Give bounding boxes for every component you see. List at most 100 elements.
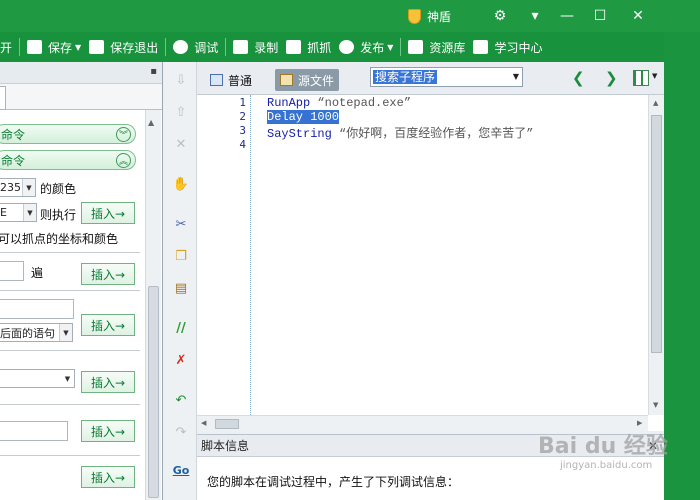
goto-icon[interactable]: Go	[173, 462, 190, 478]
scroll-right-arrow-icon[interactable]: ▶	[637, 419, 642, 427]
comment-icon[interactable]: //	[173, 320, 189, 336]
chevron-down-icon: ▼	[61, 370, 74, 387]
divider	[0, 455, 140, 456]
value-input[interactable]	[0, 421, 68, 441]
undo-icon[interactable]: ↶	[173, 392, 189, 408]
save-icon	[27, 40, 43, 54]
divider	[0, 290, 140, 291]
capture-button[interactable]: 抓抓	[282, 32, 335, 62]
debug-label: 调试	[194, 40, 219, 55]
debug-button[interactable]: 调试	[169, 32, 222, 62]
main-toolbar: 开 保存 ▼ 保存退出 调试 录制 抓抓 发布 ▼ 资源库 学习中心	[0, 32, 664, 62]
editor-vertical-scrollbar[interactable]: ▲ ▼	[648, 95, 664, 415]
scroll-up-arrow-icon[interactable]: ▲	[148, 118, 154, 127]
minimize-icon[interactable]: —	[557, 6, 577, 26]
settings-gear-icon[interactable]: ⚙	[490, 6, 510, 26]
scrollbar-thumb[interactable]	[148, 286, 159, 498]
repeat-count-input[interactable]	[0, 261, 24, 281]
option-select[interactable]: ▼	[0, 369, 75, 388]
chevron-double-down-icon[interactable]: ︾	[116, 127, 131, 142]
condition-value: E	[0, 206, 7, 219]
scroll-down-arrow-icon[interactable]: ▼	[653, 401, 658, 409]
code-line-selected[interactable]: Delay 1000	[267, 110, 340, 124]
chevron-down-icon[interactable]: ▼	[652, 72, 657, 80]
open-button[interactable]: 开	[0, 32, 16, 62]
next-arrow-icon[interactable]: ❯	[605, 69, 618, 87]
chevron-down-icon: ▼	[75, 42, 82, 52]
move-up-icon[interactable]: ⇧	[173, 104, 189, 120]
left-panel-scrollbar[interactable]: ▲	[145, 110, 161, 500]
code-editor[interactable]: 1 2 3 4 RunApp “notepad.exe” Delay 1000 …	[197, 95, 664, 431]
uncomment-icon[interactable]: ✗	[173, 352, 189, 368]
insert-button[interactable]: 插入→	[81, 263, 135, 285]
copy-icon[interactable]: ❐	[173, 248, 189, 264]
resource-library-button[interactable]: 资源库	[404, 32, 469, 62]
condition-input[interactable]	[0, 299, 74, 319]
code-line[interactable]: RunApp “notepad.exe”	[267, 96, 411, 110]
chevron-double-up-icon[interactable]: ︽	[116, 153, 131, 168]
insert-button[interactable]: 插入→	[81, 314, 135, 336]
times-label: 遍	[31, 266, 44, 280]
publish-button[interactable]: 发布 ▼	[335, 32, 397, 62]
line-number: 4	[239, 138, 246, 151]
delete-icon[interactable]: ✕	[173, 136, 189, 152]
scroll-left-arrow-icon[interactable]: ◀	[201, 419, 206, 427]
learning-center-button[interactable]: 学习中心	[469, 32, 546, 62]
menu-dropdown-icon[interactable]: ▾	[525, 6, 545, 26]
insert-button[interactable]: 插入→	[81, 371, 135, 393]
statement-select[interactable]: 后面的语句 ▼	[0, 323, 73, 342]
code-command: SayString	[267, 127, 340, 141]
normal-mode-button[interactable]: 普通	[205, 69, 257, 91]
hand-icon[interactable]: ✋	[173, 176, 189, 192]
color-value-select[interactable]: 235 ▼	[0, 178, 36, 197]
panel-tab[interactable]	[0, 86, 6, 110]
move-down-icon[interactable]: ⇩	[173, 72, 189, 88]
scrollbar-thumb[interactable]	[651, 115, 662, 353]
editor-toolbar: 普通 源文件 搜索子程序 ▼ ❮ ❯ ▼	[197, 62, 664, 95]
save-exit-icon	[89, 40, 105, 54]
condition-select[interactable]: E ▼	[0, 203, 37, 222]
scrollbar-thumb[interactable]	[215, 419, 239, 429]
open-label: 开	[0, 40, 13, 55]
search-subroutine-select[interactable]: 搜索子程序 ▼	[370, 67, 523, 87]
chevron-down-icon: ▼	[512, 72, 519, 81]
line-number-gutter: 1 2 3 4	[197, 95, 251, 415]
pin-icon[interactable]: ▪	[150, 66, 157, 77]
source-mode-button[interactable]: 源文件	[275, 69, 340, 91]
command-group-bar[interactable]: 命令 ︽	[0, 150, 136, 170]
redo-icon[interactable]: ↷	[173, 424, 189, 440]
book-icon	[473, 40, 489, 54]
layout-grid-icon[interactable]	[633, 70, 649, 86]
capture-label: 抓抓	[307, 40, 332, 55]
close-icon[interactable]: ✕	[628, 6, 648, 26]
publish-label: 发布	[360, 40, 385, 55]
maximize-icon[interactable]: ☐	[590, 6, 610, 26]
normal-view-icon	[210, 74, 223, 86]
insert-button[interactable]: 插入→	[81, 466, 135, 488]
shendun-button[interactable]: 神盾	[408, 6, 451, 26]
prev-arrow-icon[interactable]: ❮	[572, 69, 585, 87]
then-exec-label: 则执行	[40, 208, 77, 222]
toolbar-divider	[165, 38, 167, 56]
paste-icon[interactable]: ▤	[173, 280, 189, 296]
line-number: 2	[239, 110, 246, 123]
editor-icon-strip: ⇩ ⇧ ✕ ✋ ✂ ❐ ▤ // ✗ ↶ ↷ Go	[164, 62, 197, 500]
search-subroutine-value: 搜索子程序	[373, 70, 438, 84]
cut-icon[interactable]: ✂	[173, 216, 189, 232]
insert-button[interactable]: 插入→	[81, 202, 135, 224]
save-exit-button[interactable]: 保存退出	[85, 32, 162, 62]
record-button[interactable]: 录制	[229, 32, 282, 62]
divider	[0, 252, 140, 253]
normal-mode-label: 普通	[228, 73, 253, 88]
command-group-label: 命令	[1, 127, 26, 142]
scroll-up-arrow-icon[interactable]: ▲	[653, 99, 658, 107]
code-line[interactable]: SayString “你好啊，百度经验作者，您辛苦了”	[267, 124, 533, 141]
coord-hint-label: 可以抓点的坐标和颜色	[0, 232, 119, 246]
insert-button[interactable]: 插入→	[81, 420, 135, 442]
capture-icon	[286, 40, 302, 54]
save-button[interactable]: 保存 ▼	[23, 32, 85, 62]
command-group-bar[interactable]: 命令 ︾	[0, 124, 136, 144]
divider	[0, 350, 140, 351]
chevron-down-icon: ▼	[23, 204, 36, 221]
script-info-title: 脚本信息	[201, 439, 250, 453]
